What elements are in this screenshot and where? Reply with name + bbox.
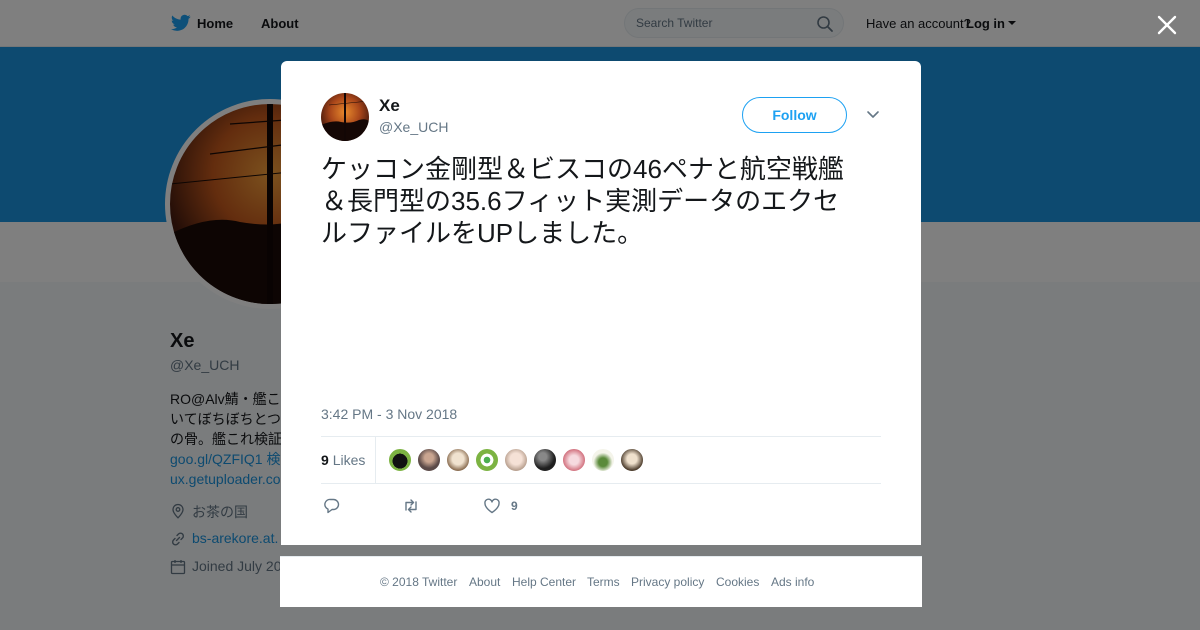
footer-privacy-link[interactable]: Privacy policy <box>631 575 704 589</box>
footer-copyright: © 2018 Twitter <box>380 575 458 589</box>
tweet-text-line: ＆長門型の35.6フィット実測データのエクセ <box>321 186 840 216</box>
divider <box>321 436 881 437</box>
liker-avatar[interactable] <box>388 448 412 472</box>
sunset-photo <box>321 93 369 141</box>
tweet-author-handle[interactable]: @Xe_UCH <box>379 119 448 135</box>
tweet-author-avatar[interactable] <box>321 93 369 141</box>
likes-number: 9 <box>321 452 329 468</box>
liker-avatar[interactable] <box>591 448 615 472</box>
like-action-count: 9 <box>511 499 518 513</box>
footer-about-link[interactable]: About <box>469 575 500 589</box>
liker-avatar[interactable] <box>620 448 644 472</box>
likes-label: Likes <box>332 452 366 468</box>
footer-ads-link[interactable]: Ads info <box>771 575 814 589</box>
retweet-icon[interactable] <box>402 497 420 515</box>
heart-icon[interactable] <box>483 497 501 515</box>
liker-avatar[interactable] <box>475 448 499 472</box>
tweet-timestamp[interactable]: 3:42 PM - 3 Nov 2018 <box>321 406 457 422</box>
liker-avatar[interactable] <box>562 448 586 472</box>
liker-avatar[interactable] <box>504 448 528 472</box>
footer-help-link[interactable]: Help Center <box>512 575 576 589</box>
modal-footer: © 2018 Twitter About Help Center Terms P… <box>280 556 922 607</box>
chevron-down-icon[interactable] <box>866 110 880 120</box>
footer-cookies-link[interactable]: Cookies <box>716 575 759 589</box>
footer-terms-link[interactable]: Terms <box>587 575 620 589</box>
liker-avatar[interactable] <box>446 448 470 472</box>
liker-avatar[interactable] <box>533 448 557 472</box>
close-icon[interactable] <box>1156 14 1178 36</box>
likes-count[interactable]: 9 Likes <box>321 452 365 468</box>
tweet-text: ケッコン金剛型＆ビスコの46ペナと航空戦艦 ＆長門型の35.6フィット実測データ… <box>321 153 891 249</box>
tweet-modal: Xe @Xe_UCH Follow ケッコン金剛型＆ビスコの46ペナと航空戦艦 … <box>281 61 921 545</box>
liker-avatar[interactable] <box>417 448 441 472</box>
divider <box>375 437 376 483</box>
divider <box>321 483 881 484</box>
tweet-text-line: ルファイルをUPしました。 <box>321 218 644 248</box>
reply-icon[interactable] <box>323 497 341 515</box>
tweet-author-name[interactable]: Xe <box>379 96 400 116</box>
tweet-text-line: ケッコン金剛型＆ビスコの46ペナと航空戦艦 <box>321 154 844 184</box>
follow-button[interactable]: Follow <box>742 97 847 133</box>
